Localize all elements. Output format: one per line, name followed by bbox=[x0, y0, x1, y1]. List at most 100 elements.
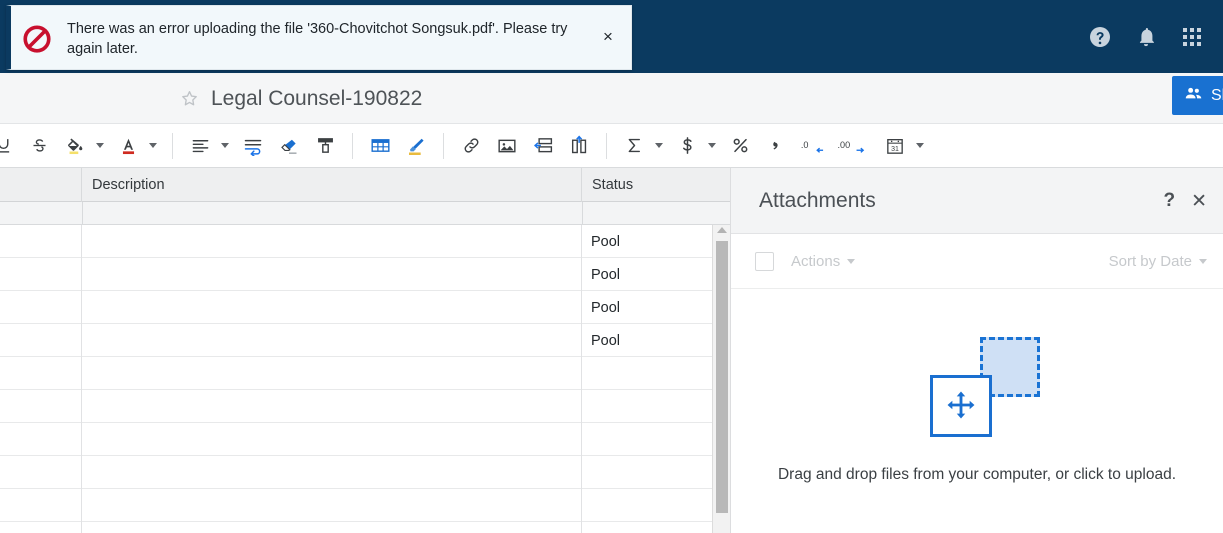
align-left-icon[interactable] bbox=[185, 131, 215, 161]
table-row[interactable]: Pool bbox=[0, 225, 730, 258]
attachments-toolbar: Actions Sort by Date bbox=[731, 234, 1223, 289]
toolbar-group-alignment bbox=[182, 124, 343, 168]
format-painter-icon[interactable] bbox=[310, 131, 340, 161]
table-row[interactable] bbox=[0, 423, 730, 456]
panel-close-icon[interactable]: ✕ bbox=[1191, 190, 1207, 213]
toolbar-separator bbox=[443, 132, 444, 159]
image-icon[interactable] bbox=[492, 131, 522, 161]
highlighter-pen-icon[interactable] bbox=[401, 131, 431, 161]
description-cell[interactable] bbox=[82, 324, 582, 357]
fill-color-caret-icon[interactable] bbox=[93, 131, 106, 161]
file-dropzone[interactable]: Drag and drop files from your computer, … bbox=[731, 289, 1223, 532]
status-cell[interactable] bbox=[582, 456, 712, 489]
application-window: There was an error uploading the file '3… bbox=[0, 0, 1223, 533]
attachments-panel-header: Attachments ? ✕ bbox=[731, 168, 1223, 234]
table-grid-icon[interactable] bbox=[365, 131, 395, 161]
row-number-cell[interactable] bbox=[0, 456, 82, 489]
description-cell[interactable] bbox=[82, 423, 582, 456]
link-icon[interactable] bbox=[456, 131, 486, 161]
sum-caret-icon[interactable] bbox=[652, 131, 665, 161]
strikethrough-icon[interactable] bbox=[24, 131, 54, 161]
toolbar-separator bbox=[352, 132, 353, 159]
comma-icon[interactable] bbox=[761, 131, 791, 161]
decimal-decrease-icon[interactable]: .0 bbox=[797, 131, 827, 161]
table-row[interactable] bbox=[0, 489, 730, 522]
scrollbar-thumb[interactable] bbox=[716, 241, 728, 513]
wrap-text-icon[interactable] bbox=[238, 131, 268, 161]
help-icon[interactable] bbox=[1087, 24, 1113, 50]
error-notification-banner: There was an error uploading the file '3… bbox=[6, 5, 632, 70]
table-row[interactable]: Pool bbox=[0, 324, 730, 357]
row-number-cell[interactable] bbox=[0, 258, 82, 291]
decimal-increase-icon[interactable]: .00 bbox=[833, 131, 869, 161]
underline-icon[interactable] bbox=[0, 131, 18, 161]
description-cell[interactable] bbox=[82, 258, 582, 291]
currency-caret-icon[interactable] bbox=[705, 131, 718, 161]
row-number-cell[interactable] bbox=[0, 489, 82, 522]
actions-dropdown[interactable]: Actions bbox=[791, 253, 856, 270]
status-cell[interactable] bbox=[582, 423, 712, 456]
share-button-label: Share bbox=[1211, 86, 1223, 104]
status-cell[interactable] bbox=[582, 522, 712, 533]
row-number-column-header[interactable] bbox=[0, 168, 82, 202]
grid-filter-row bbox=[0, 202, 730, 225]
grid-body: Pool Pool Pool Pool bbox=[0, 225, 730, 533]
description-cell[interactable] bbox=[82, 291, 582, 324]
status-cell[interactable]: Pool bbox=[582, 258, 712, 291]
scroll-up-arrow-icon[interactable] bbox=[716, 227, 727, 233]
status-cell[interactable]: Pool bbox=[582, 225, 712, 258]
sort-dropdown[interactable]: Sort by Date bbox=[1109, 253, 1207, 270]
description-column-header[interactable]: Description bbox=[82, 168, 582, 202]
description-cell[interactable] bbox=[82, 357, 582, 390]
status-cell[interactable] bbox=[582, 390, 712, 423]
align-caret-icon[interactable] bbox=[218, 131, 231, 161]
row-number-cell[interactable] bbox=[0, 522, 82, 533]
text-color-caret-icon[interactable] bbox=[146, 131, 159, 161]
status-cell[interactable]: Pool bbox=[582, 324, 712, 357]
svg-text:.00: .00 bbox=[838, 140, 851, 150]
error-blocked-icon bbox=[11, 6, 63, 71]
paint-bucket-icon[interactable] bbox=[60, 131, 90, 161]
row-number-cell[interactable] bbox=[0, 423, 82, 456]
description-cell[interactable] bbox=[82, 390, 582, 423]
table-row[interactable] bbox=[0, 456, 730, 489]
insert-column-icon[interactable] bbox=[564, 131, 594, 161]
description-cell[interactable] bbox=[82, 489, 582, 522]
row-number-cell[interactable] bbox=[0, 324, 82, 357]
row-number-cell[interactable] bbox=[0, 291, 82, 324]
grid-vertical-scrollbar[interactable] bbox=[712, 225, 730, 533]
status-cell[interactable] bbox=[582, 489, 712, 522]
description-cell[interactable] bbox=[82, 522, 582, 533]
notifications-bell-icon[interactable] bbox=[1133, 24, 1159, 50]
star-outline-icon[interactable] bbox=[180, 89, 199, 108]
insert-row-icon[interactable] bbox=[528, 131, 558, 161]
description-cell[interactable] bbox=[82, 225, 582, 258]
calendar-31-icon[interactable]: 31 bbox=[880, 131, 910, 161]
status-cell[interactable]: Pool bbox=[582, 291, 712, 324]
svg-text:.0: .0 bbox=[801, 140, 809, 150]
banner-close-button[interactable]: × bbox=[585, 6, 631, 71]
table-row[interactable] bbox=[0, 390, 730, 423]
share-button[interactable]: Share bbox=[1172, 76, 1223, 115]
text-color-a-icon[interactable] bbox=[113, 131, 143, 161]
dollar-icon[interactable] bbox=[672, 131, 702, 161]
status-column-header[interactable]: Status bbox=[582, 168, 730, 202]
table-row[interactable] bbox=[0, 522, 730, 533]
sigma-icon[interactable] bbox=[619, 131, 649, 161]
toolbar-separator bbox=[606, 132, 607, 159]
table-row[interactable] bbox=[0, 357, 730, 390]
table-row[interactable]: Pool bbox=[0, 291, 730, 324]
row-number-cell[interactable] bbox=[0, 390, 82, 423]
percent-icon[interactable] bbox=[725, 131, 755, 161]
select-all-checkbox[interactable] bbox=[755, 251, 774, 271]
row-number-cell[interactable] bbox=[0, 357, 82, 390]
eraser-icon[interactable] bbox=[274, 131, 304, 161]
apps-grid-icon[interactable] bbox=[1179, 24, 1205, 50]
chevron-down-icon bbox=[847, 258, 856, 264]
table-row[interactable]: Pool bbox=[0, 258, 730, 291]
date-format-caret-icon[interactable] bbox=[913, 131, 926, 161]
description-cell[interactable] bbox=[82, 456, 582, 489]
panel-help-icon[interactable]: ? bbox=[1163, 190, 1175, 212]
row-number-cell[interactable] bbox=[0, 225, 82, 258]
status-cell[interactable] bbox=[582, 357, 712, 390]
